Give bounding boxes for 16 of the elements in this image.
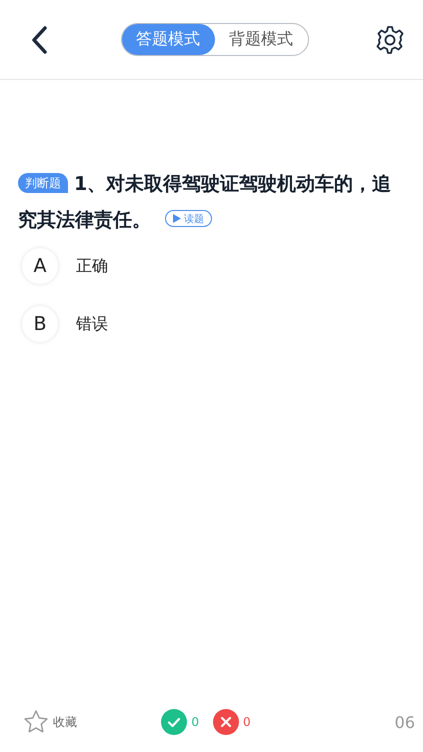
star-icon[interactable] bbox=[23, 709, 49, 735]
cross-icon bbox=[213, 709, 239, 735]
play-icon bbox=[173, 214, 181, 223]
favorite-label[interactable]: 收藏 bbox=[53, 714, 77, 730]
option-letter[interactable]: A bbox=[22, 248, 58, 284]
option-letter[interactable]: B bbox=[22, 306, 58, 342]
question-text: 判断题 1、对未取得驾驶证驾驶机动车的，追究其法律责任。 读题 bbox=[18, 172, 392, 233]
option-text[interactable]: 正确 bbox=[76, 256, 108, 276]
option-text[interactable]: 错误 bbox=[76, 314, 108, 334]
wrong-count: 0 bbox=[243, 715, 251, 729]
back-icon[interactable] bbox=[30, 24, 48, 54]
check-icon bbox=[161, 709, 188, 735]
settings-icon[interactable] bbox=[375, 24, 405, 54]
question-type-tag: 判断题 bbox=[18, 173, 68, 193]
correct-count: 0 bbox=[191, 715, 199, 729]
mode-tab[interactable]: 背题模式 bbox=[214, 24, 308, 55]
